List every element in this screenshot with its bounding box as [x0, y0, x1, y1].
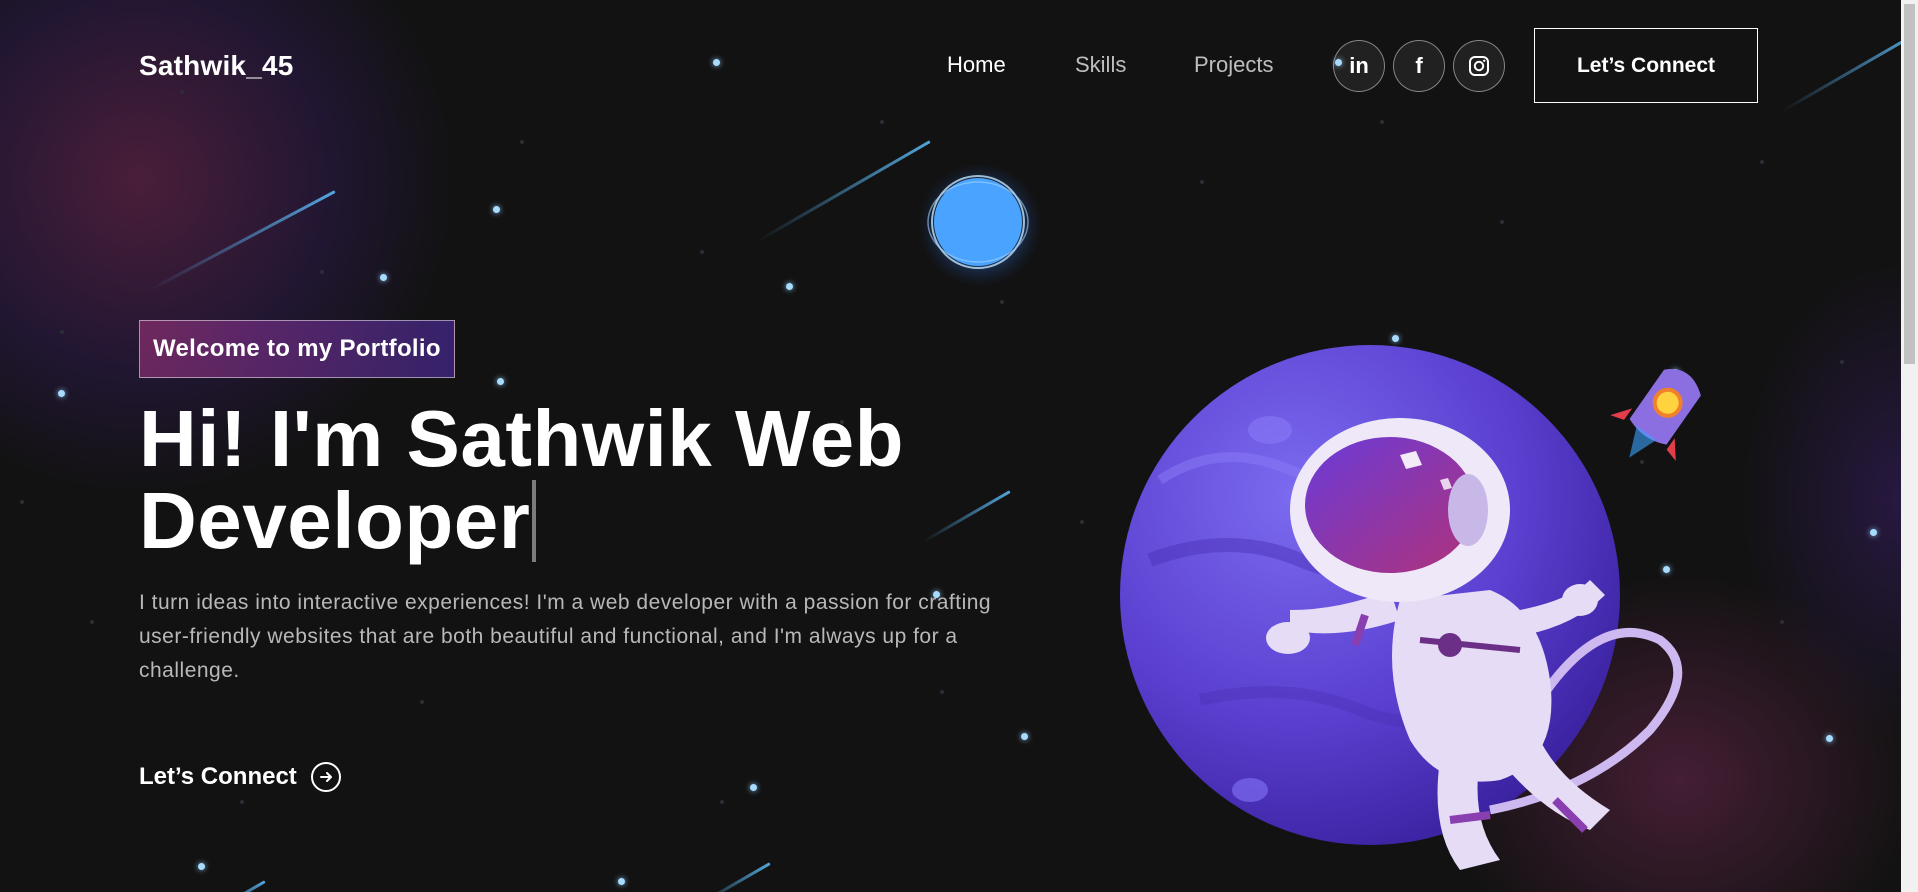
typing-cursor: [532, 480, 537, 562]
hero-headline: Hi! I'm Sathwik Web Developer: [139, 398, 999, 562]
portfolio-page: Sathwik_45 Home Skills Projects in f Let…: [0, 0, 1918, 892]
facebook-icon: f: [1415, 53, 1423, 78]
scrollbar-thumb[interactable]: [1904, 4, 1915, 364]
lets-connect-nav-button[interactable]: Let’s Connect: [1534, 28, 1758, 103]
welcome-tagline: Welcome to my Portfolio: [139, 320, 455, 378]
facebook-button[interactable]: f: [1393, 40, 1445, 92]
instagram-button[interactable]: [1453, 40, 1505, 92]
planet-icon: [1120, 345, 1620, 845]
cta-label: Let’s Connect: [139, 763, 297, 790]
lets-connect-cta-button[interactable]: Let’s Connect: [139, 762, 341, 792]
intro-paragraph: I turn ideas into interactive experience…: [139, 591, 992, 682]
site-logo[interactable]: Sathwik_45: [139, 50, 294, 82]
glowing-orb-icon: [918, 163, 1042, 287]
headline-line-1: Hi! I'm Sathwik Web: [139, 394, 904, 483]
linkedin-icon: in: [1349, 53, 1369, 78]
arrow-right-circle-icon: [310, 762, 341, 792]
astronaut-icon: [1266, 418, 1683, 870]
headline-line-2: Developer: [139, 476, 531, 565]
rocket-icon: [1610, 369, 1701, 461]
nav-link-home[interactable]: Home: [947, 52, 1006, 78]
navbar: Sathwik_45 Home Skills Projects in f Let…: [0, 0, 1918, 132]
nav-link-skills[interactable]: Skills: [1075, 52, 1126, 78]
page-scrollbar[interactable]: [1901, 0, 1918, 892]
instagram-icon: [1469, 56, 1489, 76]
linkedin-button[interactable]: in: [1333, 40, 1385, 92]
nav-link-projects[interactable]: Projects: [1194, 52, 1273, 78]
